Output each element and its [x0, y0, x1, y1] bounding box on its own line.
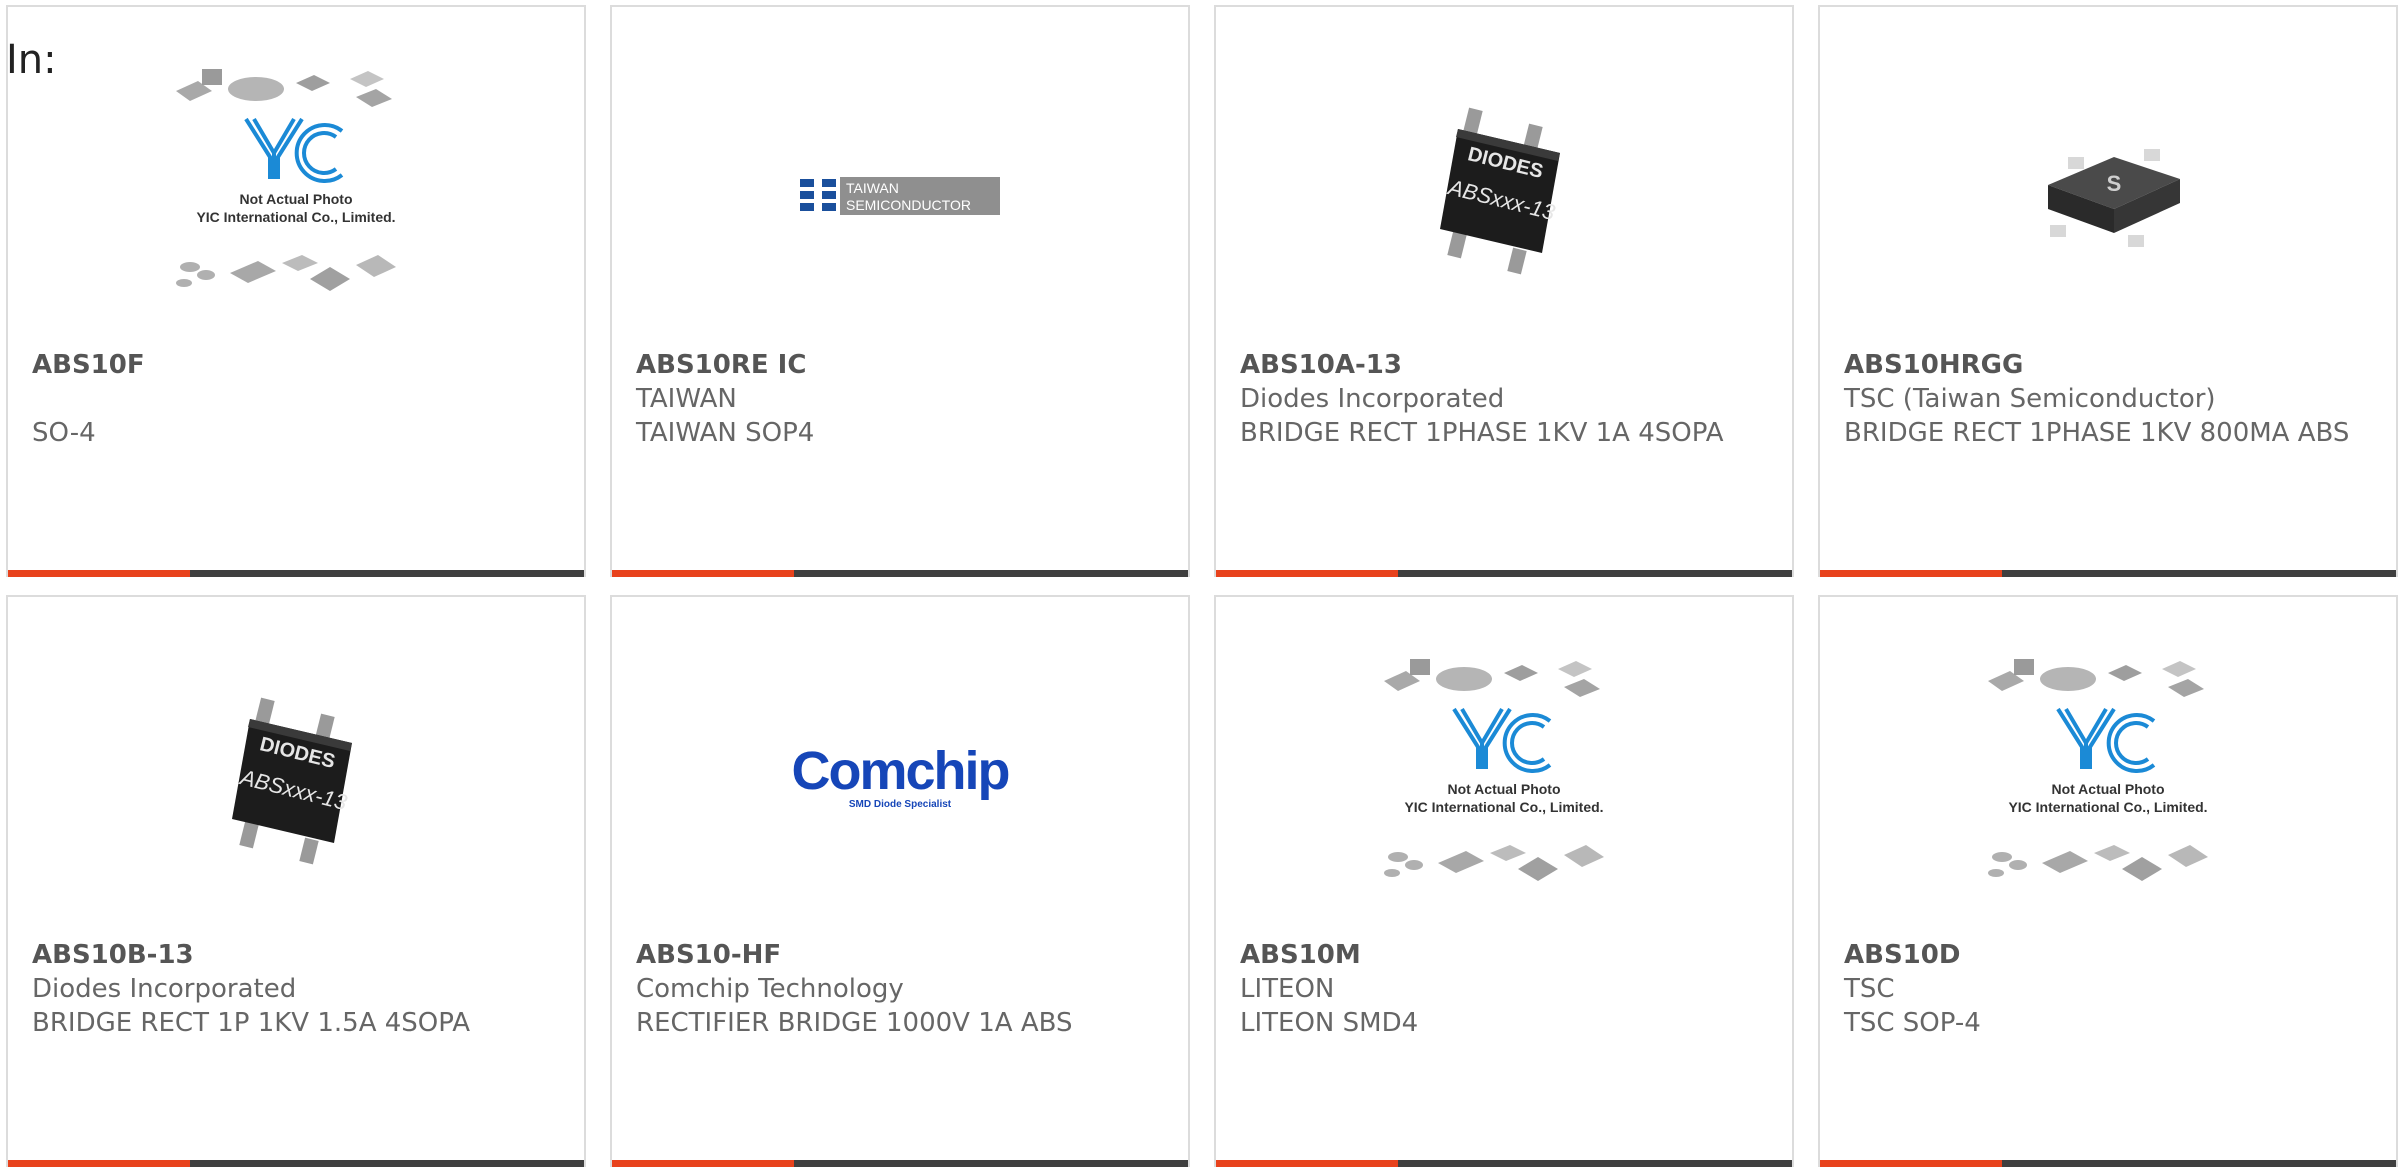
in-label: In: [6, 37, 57, 83]
card-bar-dark [1398, 570, 1792, 577]
description: BRIDGE RECT 1PHASE 1KV 800MA ABS [1844, 418, 2350, 448]
card-bottom-bar [1820, 570, 2396, 577]
description: LITEON SMD4 [1240, 1008, 1419, 1038]
card-bottom-bar [8, 1160, 584, 1167]
card-bar-accent [1216, 570, 1398, 577]
comchip-tagline-text: SMD Diode Specialist [849, 799, 952, 810]
card-bar-dark [2002, 1160, 2396, 1167]
card-bar-dark [1398, 1160, 1792, 1167]
card-bar-accent [8, 570, 190, 577]
product-card[interactable]: TAIWAN SEMICONDUCTOR ABS10RE IC TAIWAN T… [610, 5, 1190, 577]
taiwan-logo-line1: TAIWAN [846, 180, 899, 196]
card-bar-accent [612, 1160, 794, 1167]
product-image[interactable]: Not Actual Photo YIC International Co., … [1820, 637, 2396, 937]
manufacturer: Comchip Technology [636, 974, 904, 1004]
manufacturer: Diodes Incorporated [1240, 384, 1505, 414]
product-info: ABS10F SO-4 [32, 348, 560, 450]
card-bottom-bar [612, 1160, 1188, 1167]
part-number[interactable]: ABS10-HF [636, 938, 1164, 972]
description: TSC SOP-4 [1844, 1008, 1981, 1038]
product-grid: Not Actual Photo YIC International Co., … [6, 5, 2403, 1167]
taiwan-semiconductor-logo: TAIWAN SEMICONDUCTOR [798, 177, 1000, 215]
tsc-chip-mark: S [2107, 171, 2122, 196]
placeholder-line2: YIC International Co., Limited. [196, 209, 395, 225]
placeholder-line1: Not Actual Photo [2051, 781, 2164, 797]
part-number[interactable]: ABS10HRGG [1844, 348, 2372, 382]
placeholder-line2: YIC International Co., Limited. [2008, 799, 2207, 815]
product-image[interactable]: DIODES ABSxxx-13 [8, 637, 584, 937]
card-bottom-bar [1216, 1160, 1792, 1167]
card-bar-dark [2002, 570, 2396, 577]
card-bar-accent [8, 1160, 190, 1167]
placeholder-line2: YIC International Co., Limited. [1404, 799, 1603, 815]
card-bar-accent [1820, 570, 2002, 577]
product-image[interactable]: DIODES ABSxxx-13 [1216, 47, 1792, 347]
card-bar-dark [794, 1160, 1188, 1167]
card-bottom-bar [1820, 1160, 2396, 1167]
manufacturer: LITEON [1240, 974, 1335, 1004]
card-bar-accent [1216, 1160, 1398, 1167]
card-bar-dark [794, 570, 1188, 577]
card-bar-dark [190, 1160, 584, 1167]
product-info: ABS10B-13 Diodes Incorporated BRIDGE REC… [32, 938, 560, 1040]
card-bottom-bar [612, 570, 1188, 577]
diodes-chip-image: DIODES ABSxxx-13 [1440, 107, 1560, 275]
manufacturer: TAIWAN [636, 384, 737, 414]
part-number[interactable]: ABS10F [32, 348, 560, 382]
card-bottom-bar [8, 570, 584, 577]
card-bar-accent [1820, 1160, 2002, 1167]
product-info: ABS10M LITEON LITEON SMD4 [1240, 938, 1768, 1040]
yic-placeholder-image: Not Actual Photo YIC International Co., … [1384, 659, 1604, 881]
product-info: ABS10A-13 Diodes Incorporated BRIDGE REC… [1240, 348, 1768, 450]
manufacturer [32, 382, 560, 416]
description: TAIWAN SOP4 [636, 418, 815, 448]
product-card[interactable]: S ABS10HRGG TSC (Taiwan Semiconductor) B… [1818, 5, 2398, 577]
product-info: ABS10RE IC TAIWAN TAIWAN SOP4 [636, 348, 1164, 450]
part-number[interactable]: ABS10A-13 [1240, 348, 1768, 382]
product-image[interactable]: Comchip SMD Diode Specialist [612, 637, 1188, 937]
product-info: ABS10HRGG TSC (Taiwan Semiconductor) BRI… [1844, 348, 2372, 450]
product-card[interactable]: Not Actual Photo YIC International Co., … [6, 5, 586, 577]
product-image[interactable]: TAIWAN SEMICONDUCTOR [612, 47, 1188, 347]
product-card[interactable]: Not Actual Photo YIC International Co., … [1818, 595, 2398, 1167]
tsc-chip-image: S [2048, 149, 2180, 247]
card-bar-accent [612, 570, 794, 577]
comchip-brand-text: Comchip [791, 741, 1008, 801]
product-image[interactable]: Not Actual Photo YIC International Co., … [8, 47, 584, 347]
product-info: ABS10D TSC TSC SOP-4 [1844, 938, 2372, 1040]
part-number[interactable]: ABS10B-13 [32, 938, 560, 972]
placeholder-line1: Not Actual Photo [239, 191, 352, 207]
description: BRIDGE RECT 1P 1KV 1.5A 4SOPA [32, 1008, 471, 1038]
diodes-chip-image: DIODES ABSxxx-13 [232, 697, 352, 865]
taiwan-logo-line2: SEMICONDUCTOR [846, 197, 971, 213]
manufacturer: TSC (Taiwan Semiconductor) [1844, 384, 2216, 414]
product-card[interactable]: Comchip SMD Diode Specialist ABS10-HF Co… [610, 595, 1190, 1167]
product-card[interactable]: DIODES ABSxxx-13 ABS10A-13 Diodes Incorp… [1214, 5, 1794, 577]
card-bottom-bar [1216, 570, 1792, 577]
comchip-logo: Comchip SMD Diode Specialist [791, 741, 1010, 810]
card-bar-dark [190, 570, 584, 577]
description: BRIDGE RECT 1PHASE 1KV 1A 4SOPA [1240, 418, 1724, 448]
product-image[interactable]: Not Actual Photo YIC International Co., … [1216, 637, 1792, 937]
part-number[interactable]: ABS10M [1240, 938, 1768, 972]
description: RECTIFIER BRIDGE 1000V 1A ABS [636, 1008, 1073, 1038]
yic-placeholder-image: Not Actual Photo YIC International Co., … [176, 69, 396, 291]
manufacturer: Diodes Incorporated [32, 974, 297, 1004]
product-card[interactable]: Not Actual Photo YIC International Co., … [1214, 595, 1794, 1167]
yic-placeholder-image: Not Actual Photo YIC International Co., … [1988, 659, 2208, 881]
product-image[interactable]: S [1820, 47, 2396, 347]
product-info: ABS10-HF Comchip Technology RECTIFIER BR… [636, 938, 1164, 1040]
description: SO-4 [32, 418, 96, 448]
placeholder-line1: Not Actual Photo [1447, 781, 1560, 797]
part-number[interactable]: ABS10D [1844, 938, 2372, 972]
product-card[interactable]: DIODES ABSxxx-13 ABS10B-13 Diodes Incorp… [6, 595, 586, 1167]
manufacturer: TSC [1844, 974, 1895, 1004]
part-number[interactable]: ABS10RE IC [636, 348, 1164, 382]
